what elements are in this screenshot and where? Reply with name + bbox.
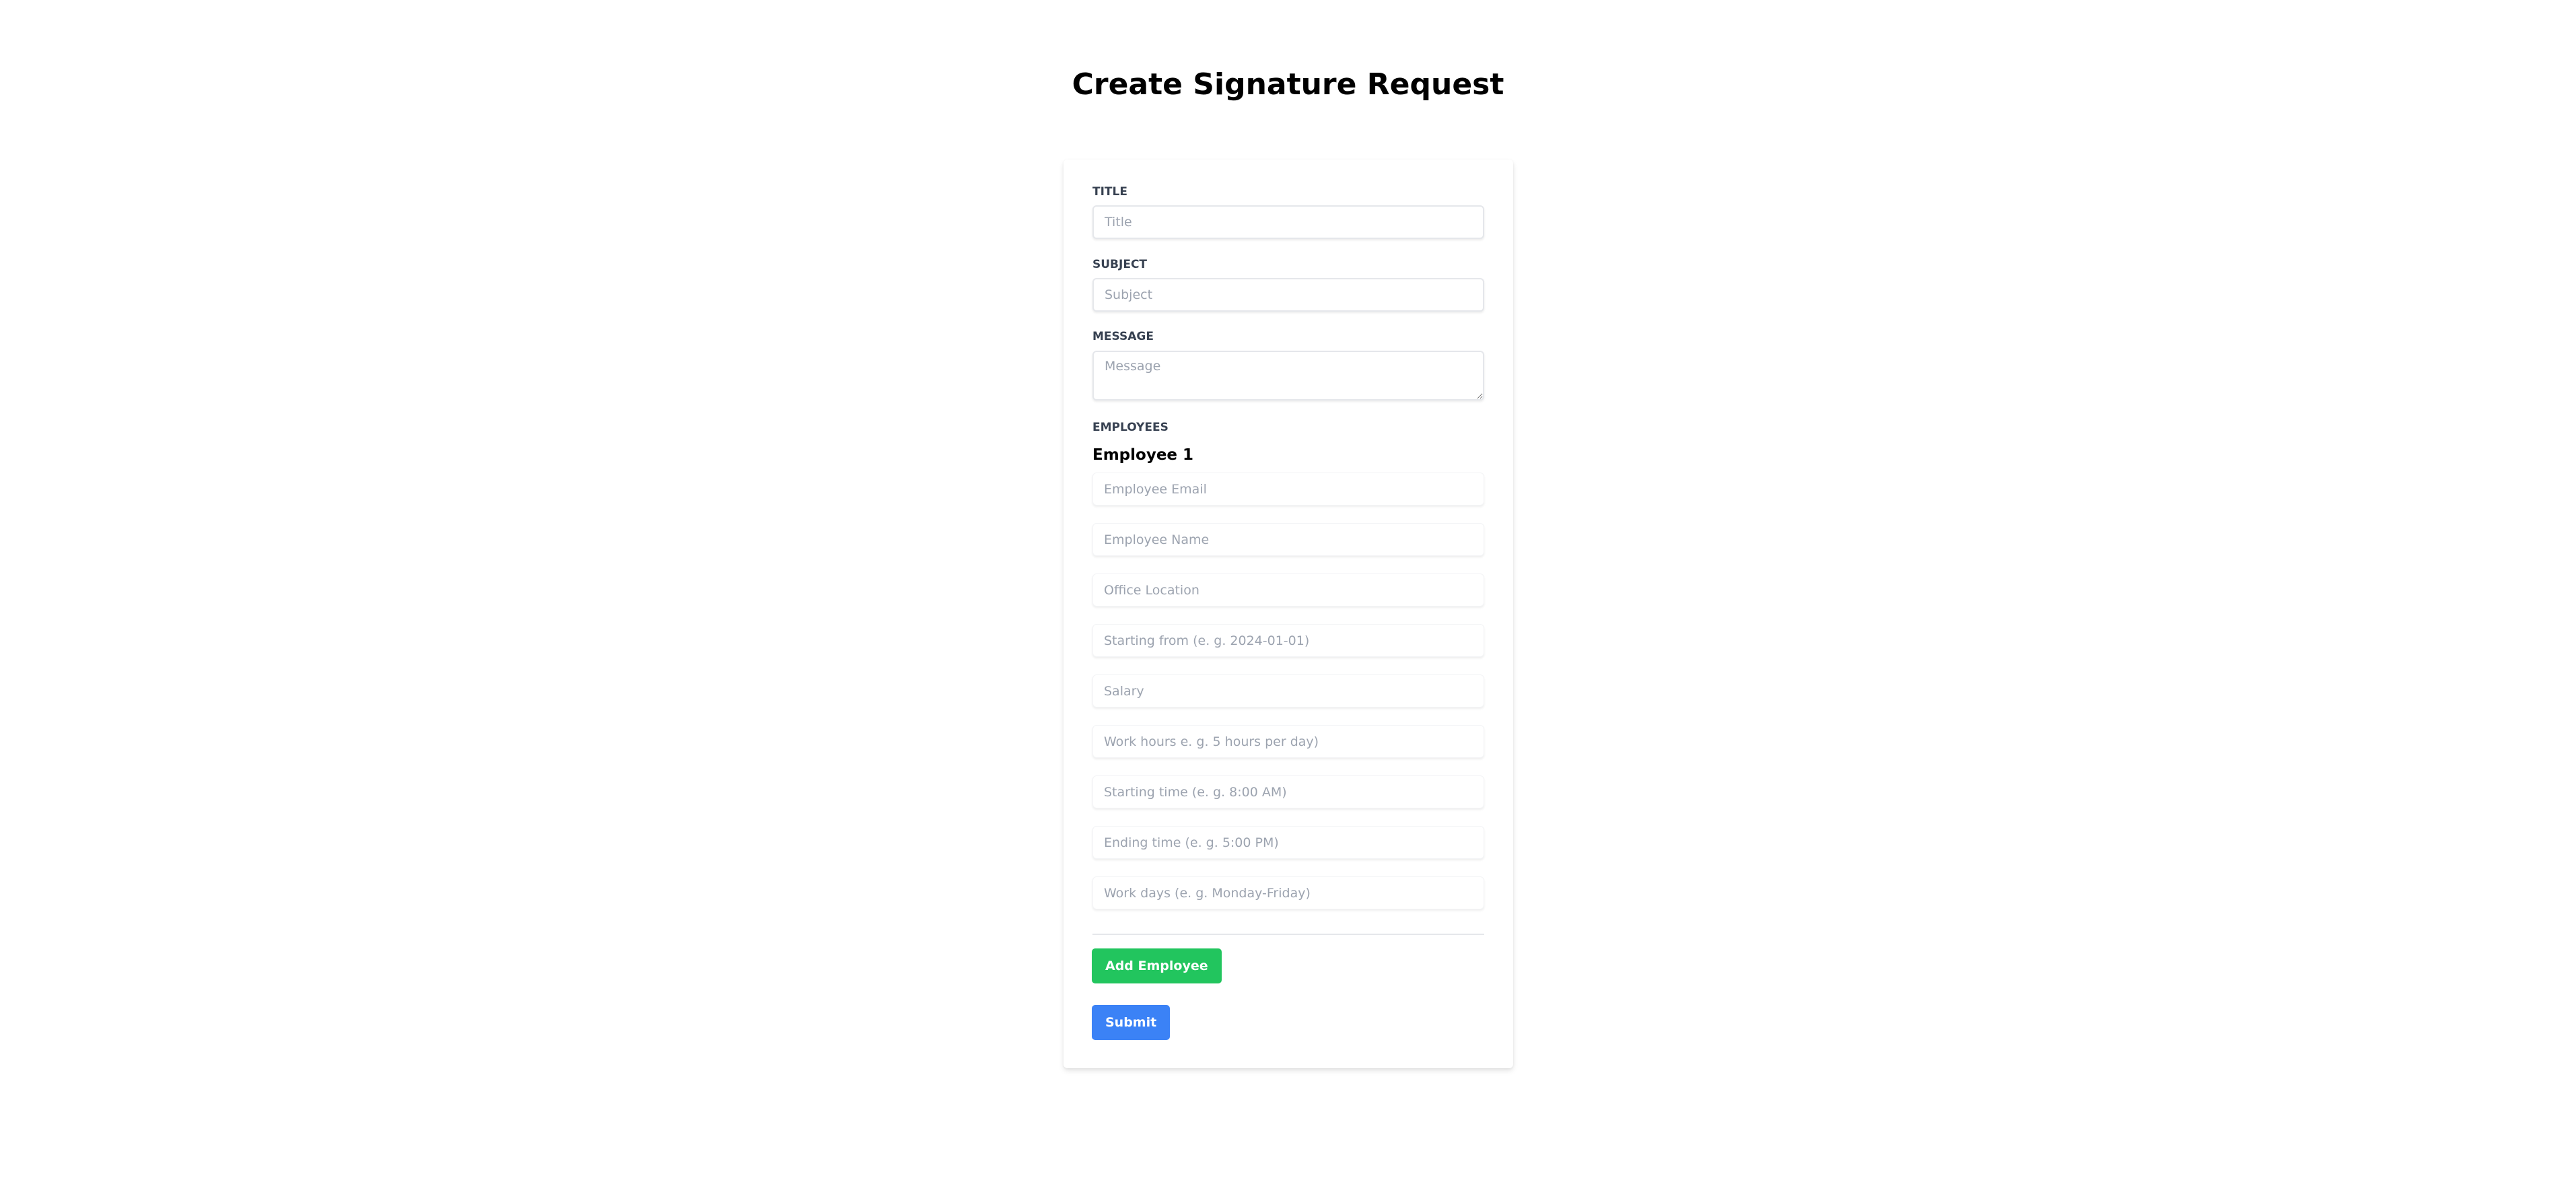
add-employee-button[interactable]: Add Employee [1092,948,1222,983]
salary-input[interactable] [1092,674,1484,707]
employee-email-input[interactable] [1092,473,1484,506]
office-location-input[interactable] [1092,574,1484,606]
ending-time-input[interactable] [1092,826,1484,859]
page-title: Create Signature Request [1072,67,1504,102]
employee-divider [1092,934,1484,935]
employee-heading: Employee 1 [1092,446,1194,464]
submit-button[interactable]: Submit [1092,1005,1171,1040]
title-input[interactable] [1092,205,1484,239]
subject-label: SUBJECT [1092,258,1148,271]
work-hours-input[interactable] [1092,725,1484,758]
title-label: TITLE [1092,185,1127,199]
employee-name-input[interactable] [1092,523,1484,556]
starting-from-input[interactable] [1092,624,1484,657]
signature-request-form: TITLE SUBJECT MESSAGE EMPLOYEES Employee… [1064,160,1513,1068]
message-textarea[interactable] [1092,351,1484,401]
starting-time-input[interactable] [1092,775,1484,808]
work-days-input[interactable] [1092,876,1484,909]
employees-label: EMPLOYEES [1092,421,1169,434]
message-label: MESSAGE [1092,330,1154,343]
subject-input[interactable] [1092,278,1484,312]
